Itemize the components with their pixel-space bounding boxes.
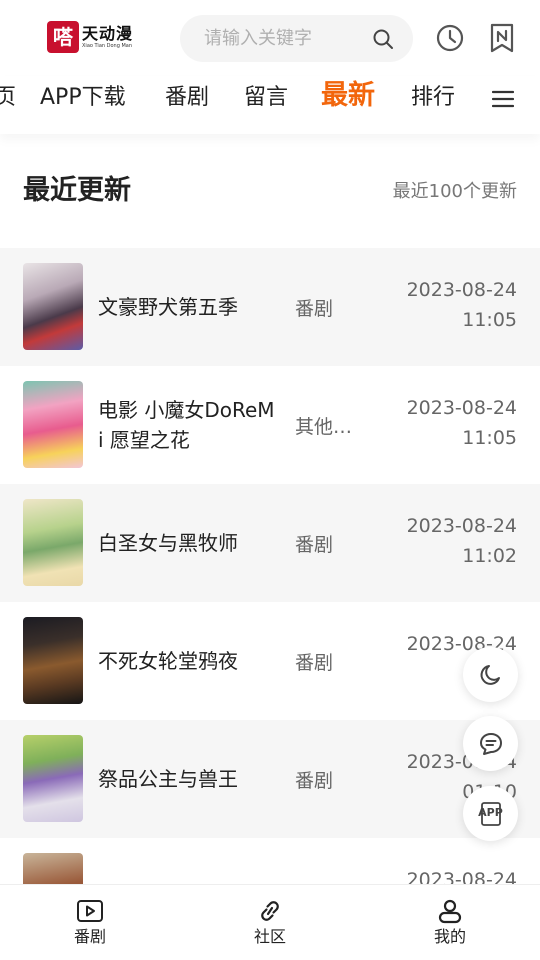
list-item[interactable]: 白圣女与黑牧师 番剧 2023-08-24 11:02 [0, 484, 540, 602]
list-item-title[interactable]: 白圣女与黑牧师 [98, 528, 238, 558]
nav-item-latest[interactable]: 最新 [321, 80, 375, 112]
app-download-button[interactable]: APP [463, 786, 518, 841]
bottom-tab-bar: 番剧 社区 我的 [0, 884, 540, 960]
tab-community-label: 社区 [253, 927, 286, 946]
search-input[interactable] [204, 15, 374, 62]
clock-icon[interactable] [435, 23, 465, 53]
list-item-time: 11:05 [462, 427, 517, 449]
dark-mode-button[interactable] [463, 647, 518, 702]
list-item-time: 11:02 [462, 545, 517, 567]
comment-icon [479, 732, 502, 755]
tab-anime-label: 番剧 [73, 927, 106, 946]
list-item-date: 2023-08-24 [406, 397, 517, 419]
list-item[interactable]: 不死女轮堂鸦夜 番剧 2023-08-24 10:53 [0, 602, 540, 720]
logo-title: 天动漫 [82, 23, 134, 43]
list-item[interactable]: 文豪野犬第五季 番剧 2023-08-24 11:05 [0, 248, 540, 366]
poster-thumbnail[interactable] [23, 617, 83, 704]
tab-profile-label: 我的 [433, 927, 466, 946]
section-title: 最近更新 [23, 175, 131, 206]
poster-thumbnail[interactable] [23, 381, 83, 468]
menu-icon[interactable] [492, 89, 514, 109]
main-nav: 页 APP下载 番剧 留言 最新 排行 [0, 76, 540, 134]
logo-subtitle: Xiao Tian Dong Man [82, 42, 133, 49]
list-item-category: 番剧 [295, 651, 334, 674]
list-item-date: 2023-08-24 [406, 515, 517, 537]
list-item[interactable]: 电影 小魔女DoReMi 愿望之花 其他电影 2023-08-24 11:05 [0, 366, 540, 484]
comment-button[interactable] [463, 716, 518, 771]
list-item-title[interactable]: 不死女轮堂鸦夜 [98, 646, 238, 676]
tab-profile[interactable]: 我的 [390, 885, 510, 960]
tab-community[interactable]: 社区 [210, 885, 330, 960]
app-label: APP [478, 806, 503, 819]
search-icon[interactable] [371, 27, 395, 51]
nav-item-anime[interactable]: 番剧 [165, 82, 209, 114]
list-item-title[interactable]: 电影 小魔女DoReMi 愿望之花 [98, 395, 278, 455]
nav-item-message[interactable]: 留言 [244, 82, 288, 114]
list-item-date: 2023-08-24 [406, 279, 517, 301]
logo-mark: 嗒 [47, 21, 79, 53]
search-box[interactable] [180, 15, 413, 62]
user-icon [438, 899, 462, 924]
top-header: 嗒 天动漫 Xiao Tian Dong Man [0, 0, 540, 76]
section-subtitle: 最近100个更新 [392, 181, 517, 202]
poster-thumbnail[interactable] [23, 499, 83, 586]
site-logo[interactable]: 嗒 天动漫 Xiao Tian Dong Man [47, 20, 137, 54]
poster-thumbnail[interactable] [23, 735, 83, 822]
list-item-category: 番剧 [295, 533, 334, 556]
link-icon [261, 901, 279, 921]
nav-item-home[interactable]: 页 [0, 82, 16, 114]
list-item-category: 番剧 [295, 297, 334, 320]
list-item-title[interactable]: 祭品公主与兽王 [98, 764, 238, 794]
list-item-title[interactable]: 文豪野犬第五季 [98, 292, 238, 322]
moon-icon [480, 664, 500, 685]
update-list: 文豪野犬第五季 番剧 2023-08-24 11:05 电影 小魔女DoReMi… [0, 248, 540, 956]
list-item[interactable]: 祭品公主与兽王 番剧 2023-08-24 01:10 [0, 720, 540, 838]
bookmark-icon[interactable] [489, 23, 515, 53]
nav-item-app-download[interactable]: APP下载 [40, 82, 126, 114]
list-item-time: 11:05 [462, 309, 517, 331]
video-icon [77, 900, 103, 922]
list-item-category: 番剧 [295, 769, 334, 792]
list-item-category: 其他电影 [295, 415, 353, 438]
poster-thumbnail[interactable] [23, 263, 83, 350]
nav-item-ranking[interactable]: 排行 [411, 82, 455, 114]
tab-anime[interactable]: 番剧 [30, 885, 150, 960]
